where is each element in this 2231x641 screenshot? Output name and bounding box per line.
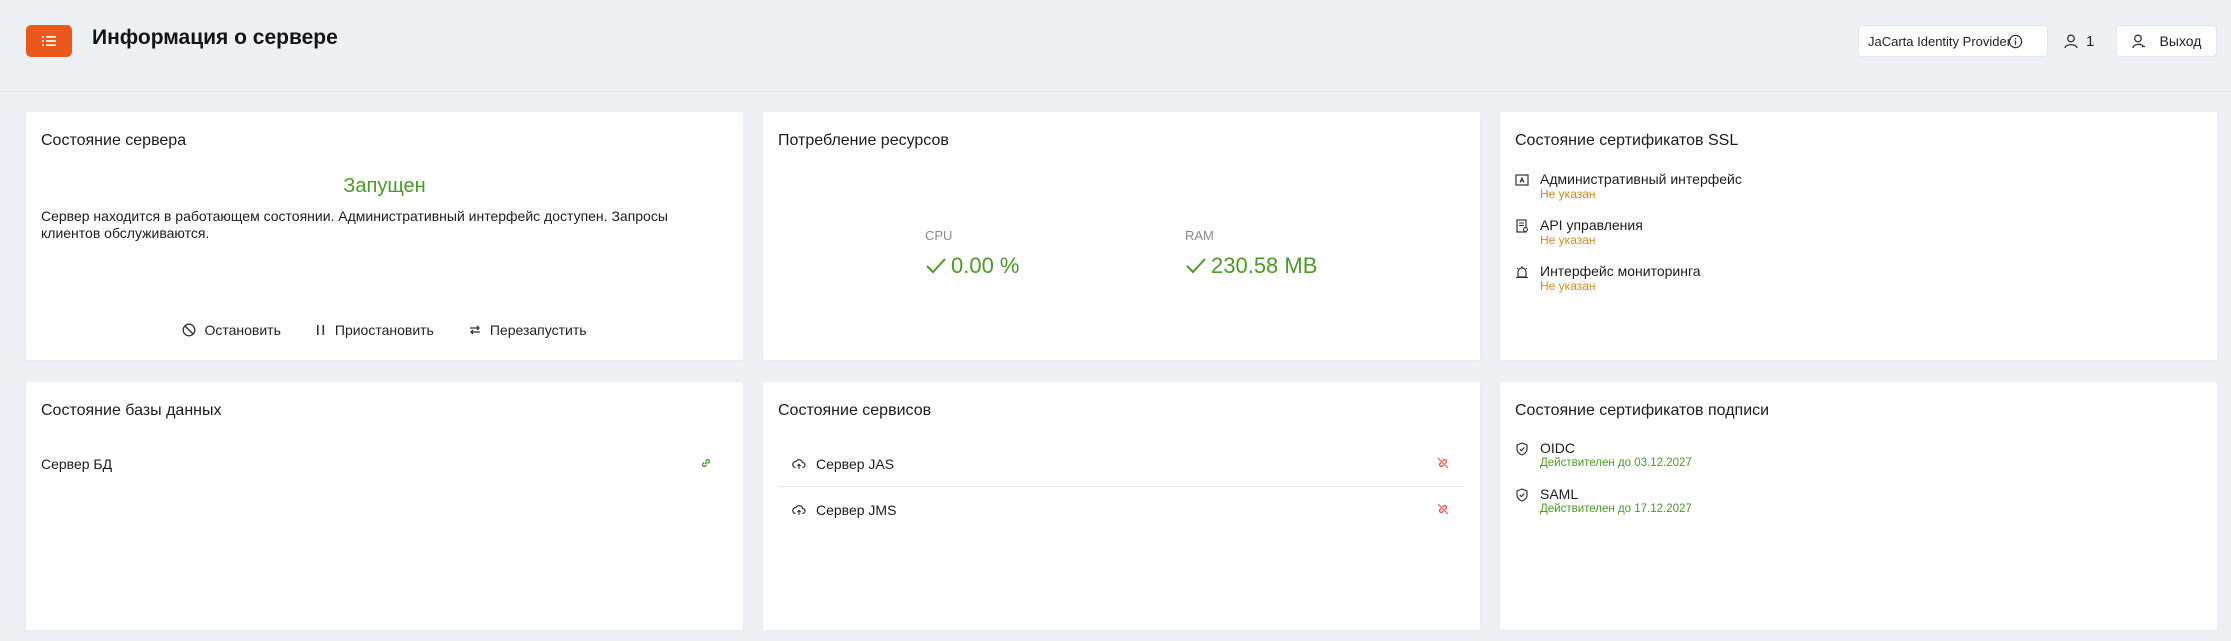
stop-label: Остановить — [204, 322, 281, 338]
services-card: Состояние сервисов Сервер JAS Сервер JMS — [763, 382, 1480, 630]
page-title: Информация о сервере — [92, 26, 338, 49]
menu-button[interactable] — [26, 25, 72, 57]
server-status-value: Запущен — [343, 175, 426, 197]
ssl-cert-status: Не указан — [1540, 187, 1596, 201]
shield-check-icon — [1515, 442, 1529, 471]
cpu-value: 0.00 % — [951, 253, 1020, 278]
sign-cert-status: Действителен до 17.12.2027 — [1540, 503, 1692, 515]
sign-cert-name: OIDC — [1540, 440, 1575, 456]
active-users[interactable]: 1 — [2064, 25, 2094, 57]
link-broken-icon — [1436, 502, 1450, 516]
server-status-description: Сервер находится в работающем состоянии.… — [41, 208, 668, 241]
service-name: Сервер JAS — [816, 455, 895, 472]
pause-button[interactable]: Приостановить — [315, 322, 434, 338]
cloud-upload-icon — [792, 458, 806, 469]
logout-button[interactable]: Выход — [2116, 25, 2217, 57]
card-title: Состояние сертификатов подписи — [1515, 402, 1770, 419]
ram-label: RAM — [1185, 228, 1214, 243]
database-server-name: Сервер БД — [41, 456, 113, 472]
sign-cert-status: Действителен до 03.12.2027 — [1540, 457, 1692, 469]
ram-metric: RAM 230.58 MB — [1185, 228, 1317, 279]
cpu-label: CPU — [925, 228, 953, 243]
ram-value-row: 230.58 MB — [1185, 253, 1317, 279]
pause-label: Приостановить — [334, 322, 434, 338]
check-icon — [1186, 258, 1206, 274]
service-row[interactable]: Сервер JMS — [778, 487, 1465, 533]
card-title: Состояние сертификатов SSL — [1515, 132, 1739, 149]
logout-label: Выход — [2159, 33, 2202, 49]
cloud-upload-icon — [792, 505, 806, 515]
ssl-cert-item[interactable]: API управления Не указан — [1515, 217, 1643, 248]
provider-badge[interactable]: JaCarta Identity Provider — [1858, 25, 2048, 57]
card-title: Потребление ресурсов — [778, 132, 949, 149]
admin-window-icon — [1515, 173, 1529, 202]
ssl-cert-item[interactable]: Интерфейс мониторинга Не указан — [1515, 263, 1701, 294]
database-row[interactable]: Сервер БД — [41, 441, 728, 487]
menu-list-icon — [42, 36, 56, 46]
link-connected-icon — [699, 456, 713, 470]
server-status-card: Состояние сервера Запущен Сервер находит… — [26, 112, 743, 360]
card-title: Состояние сервисов — [778, 402, 932, 419]
top-bar: Информация о сервере JaCarta Identity Pr… — [0, 0, 2231, 92]
ssl-certs-card: Состояние сертификатов SSL Административ… — [1500, 112, 2217, 360]
sign-certs-card: Состояние сертификатов подписи OIDC Дейс… — [1500, 382, 2217, 630]
service-name: Сервер JMS — [816, 502, 897, 518]
database-card: Состояние базы данных Сервер БД — [26, 382, 743, 630]
provider-label: JaCarta Identity Provider — [1868, 33, 2012, 49]
restart-button[interactable]: Перезапустить — [468, 322, 587, 338]
pause-icon — [316, 325, 324, 335]
link-broken-icon — [1436, 456, 1450, 470]
restart-label: Перезапустить — [489, 322, 587, 338]
ssl-cert-status: Не указан — [1540, 279, 1596, 293]
restart-icon — [469, 325, 480, 335]
server-actions: Остановить Приостановить Перезапустить — [26, 322, 743, 338]
user-icon — [2064, 34, 2078, 48]
shield-check-icon — [1515, 488, 1529, 517]
service-row[interactable]: Сервер JAS — [778, 441, 1465, 487]
monitor-alarm-icon — [1515, 265, 1529, 294]
info-icon[interactable] — [2008, 34, 2023, 49]
sign-cert-item[interactable]: OIDC Действителен до 03.12.2027 — [1515, 440, 1692, 471]
ram-value: 230.58 MB — [1211, 253, 1318, 278]
ssl-cert-name: Интерфейс мониторинга — [1540, 263, 1701, 279]
resources-card: Потребление ресурсов CPU 0.00 % RAM 230.… — [763, 112, 1480, 360]
ssl-cert-name: Административный интерфейс — [1540, 171, 1742, 187]
card-title: Состояние базы данных — [41, 402, 222, 419]
cpu-value-row: 0.00 % — [925, 253, 1020, 279]
sign-cert-name: SAML — [1540, 486, 1579, 502]
ssl-cert-status: Не указан — [1540, 233, 1596, 247]
ssl-cert-item[interactable]: Административный интерфейс Не указан — [1515, 171, 1742, 202]
user-logout-icon — [2131, 34, 2145, 48]
api-doc-icon — [1515, 219, 1529, 248]
service-label-group: Сервер JAS — [792, 456, 894, 472]
sign-cert-item[interactable]: SAML Действителен до 17.12.2027 — [1515, 486, 1692, 517]
cpu-metric: CPU 0.00 % — [925, 228, 1020, 279]
card-title: Состояние сервера — [41, 132, 187, 149]
ssl-cert-name: API управления — [1540, 217, 1643, 233]
service-label-group: Сервер JMS — [792, 502, 896, 518]
check-icon — [926, 258, 946, 274]
stop-button[interactable]: Остановить — [182, 322, 281, 338]
stop-icon — [183, 323, 196, 337]
users-count: 1 — [2086, 32, 2095, 50]
